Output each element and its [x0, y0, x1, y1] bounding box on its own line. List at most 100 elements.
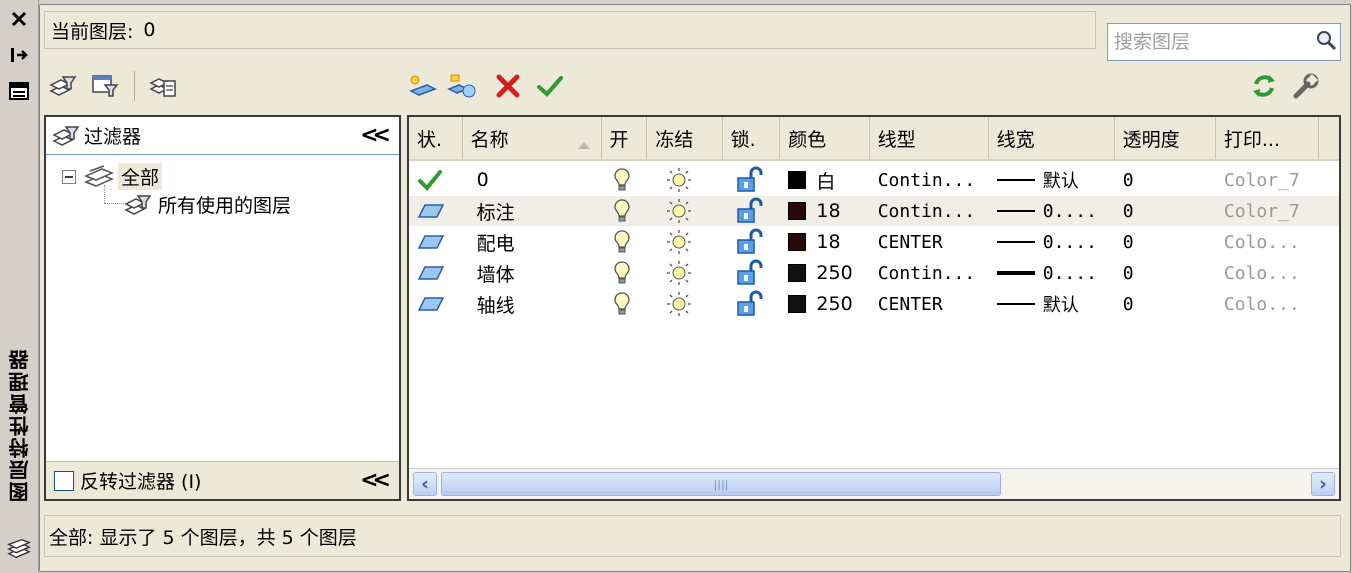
layer-states-manager-icon[interactable]	[148, 71, 178, 101]
lineweight-value[interactable]: 默认	[1043, 291, 1079, 317]
column-freeze[interactable]: 冻结	[647, 117, 723, 159]
invert-filter-label[interactable]: 反转过滤器 (I)	[80, 467, 201, 494]
cell-linetype[interactable]: CENTER	[870, 289, 989, 319]
column-lineweight[interactable]: 线宽	[989, 117, 1115, 159]
collapse-filter-icon[interactable]: <<	[360, 123, 391, 148]
cell-name[interactable]: 0	[463, 165, 602, 195]
cell-status[interactable]	[409, 196, 463, 226]
cell-on[interactable]	[602, 227, 648, 257]
layer-name[interactable]: 0	[477, 169, 489, 191]
cell-lineweight[interactable]: 0....	[989, 258, 1115, 288]
cell-linetype[interactable]: CENTER	[870, 227, 989, 257]
sun-thawed-icon[interactable]	[665, 260, 693, 286]
lightbulb-on-icon[interactable]	[613, 167, 630, 193]
cell-color[interactable]: 250	[780, 258, 869, 288]
color-value[interactable]: 250	[816, 262, 852, 284]
linetype-value[interactable]: CENTER	[878, 232, 943, 253]
cell-freeze[interactable]	[647, 289, 723, 319]
cell-color[interactable]: 白	[780, 165, 869, 195]
linetype-value[interactable]: CENTER	[878, 294, 943, 315]
cell-status[interactable]	[409, 289, 463, 319]
column-on[interactable]: 开	[602, 117, 648, 159]
new-layer-frozen-in-viewports-icon[interactable]	[447, 71, 477, 101]
lightbulb-on-icon[interactable]	[613, 229, 630, 255]
cell-color[interactable]: 18	[780, 227, 869, 257]
search-icon[interactable]	[1314, 28, 1338, 57]
cell-transparency[interactable]: 0	[1115, 258, 1216, 288]
new-group-filter-icon[interactable]	[90, 71, 120, 101]
sun-thawed-icon[interactable]	[665, 198, 693, 224]
padlock-unlocked-icon[interactable]	[735, 290, 765, 318]
padlock-unlocked-icon[interactable]	[735, 259, 765, 287]
color-value[interactable]: 18	[816, 231, 840, 253]
layer-row[interactable]: 标注 18 Contin... 0.... 0 Color_7	[409, 196, 1339, 226]
transparency-value[interactable]: 0	[1123, 263, 1134, 284]
color-swatch[interactable]	[788, 202, 807, 220]
delete-layer-icon[interactable]	[493, 71, 523, 101]
tree-item-used-layers[interactable]: 所有使用的图层	[124, 191, 291, 218]
color-swatch[interactable]	[788, 233, 807, 251]
cell-transparency[interactable]: 0	[1115, 196, 1216, 226]
cell-linetype[interactable]: Contin...	[870, 258, 989, 288]
padlock-unlocked-icon[interactable]	[735, 228, 765, 256]
cell-name[interactable]: 轴线	[463, 289, 602, 319]
settings-icon[interactable]	[1291, 71, 1321, 101]
cell-freeze[interactable]	[647, 196, 723, 226]
cell-status[interactable]	[409, 165, 463, 195]
cell-lineweight[interactable]: 0....	[989, 227, 1115, 257]
scroll-left-icon[interactable]: ‹	[413, 472, 437, 496]
color-value[interactable]: 白	[816, 167, 835, 194]
new-property-filter-icon[interactable]	[48, 71, 78, 101]
linetype-value[interactable]: Contin...	[878, 201, 976, 222]
cell-transparency[interactable]: 0	[1115, 165, 1216, 195]
cell-lock[interactable]	[723, 289, 781, 319]
color-swatch[interactable]	[788, 171, 807, 189]
cell-color[interactable]: 18	[780, 196, 869, 226]
color-value[interactable]: 250	[816, 293, 852, 315]
search-box[interactable]	[1107, 23, 1341, 61]
cell-status[interactable]	[409, 258, 463, 288]
layer-row[interactable]: 轴线 250 CENTER 默认 0 Colo...	[409, 289, 1339, 319]
cell-lineweight[interactable]: 默认	[989, 289, 1115, 319]
lineweight-value[interactable]: 0....	[1043, 232, 1097, 253]
transparency-value[interactable]: 0	[1123, 201, 1134, 222]
transparency-value[interactable]: 0	[1123, 170, 1134, 191]
horizontal-scrollbar[interactable]: ‹ |||| ›	[409, 468, 1339, 499]
collapse-filter-footer-icon[interactable]: <<	[360, 468, 391, 493]
layer-status-icon[interactable]	[417, 265, 445, 281]
column-plot-style[interactable]: 打印...	[1216, 117, 1320, 159]
sun-thawed-icon[interactable]	[665, 291, 693, 317]
cell-on[interactable]	[602, 196, 648, 226]
search-input[interactable]	[1112, 26, 1306, 58]
column-transparency[interactable]: 透明度	[1115, 117, 1216, 159]
lightbulb-on-icon[interactable]	[613, 291, 630, 317]
cell-lineweight[interactable]: 默认	[989, 165, 1115, 195]
cell-name[interactable]: 墙体	[463, 258, 602, 288]
cell-transparency[interactable]: 0	[1115, 289, 1216, 319]
color-swatch[interactable]	[788, 264, 807, 282]
layer-row[interactable]: 0 白 Contin... 默认 0 Color_7	[409, 165, 1339, 195]
linetype-value[interactable]: Contin...	[878, 263, 976, 284]
cell-linetype[interactable]: Contin...	[870, 196, 989, 226]
cell-lineweight[interactable]: 0....	[989, 196, 1115, 226]
layer-row[interactable]: 配电 18 CENTER 0.... 0 Colo...	[409, 227, 1339, 257]
layer-row[interactable]: 墙体 250 Contin... 0.... 0 Colo...	[409, 258, 1339, 288]
close-icon[interactable]	[7, 8, 31, 30]
column-status[interactable]: 状.	[409, 117, 463, 159]
lineweight-value[interactable]: 0....	[1043, 201, 1097, 222]
transparency-value[interactable]: 0	[1123, 232, 1134, 253]
new-layer-icon[interactable]	[407, 71, 437, 101]
layer-status-icon[interactable]	[417, 203, 445, 219]
column-lock[interactable]: 锁.	[723, 117, 781, 159]
lineweight-value[interactable]: 默认	[1043, 167, 1079, 193]
cell-lock[interactable]	[723, 196, 781, 226]
column-color[interactable]: 颜色	[780, 117, 870, 159]
sun-thawed-icon[interactable]	[665, 229, 693, 255]
cell-transparency[interactable]: 0	[1115, 227, 1216, 257]
cell-name[interactable]: 标注	[463, 196, 602, 226]
layer-name[interactable]: 墙体	[477, 260, 515, 287]
cell-lock[interactable]	[723, 258, 781, 288]
cell-freeze[interactable]	[647, 227, 723, 257]
sun-thawed-icon[interactable]	[665, 167, 693, 193]
current-layer-icon[interactable]	[417, 168, 443, 192]
